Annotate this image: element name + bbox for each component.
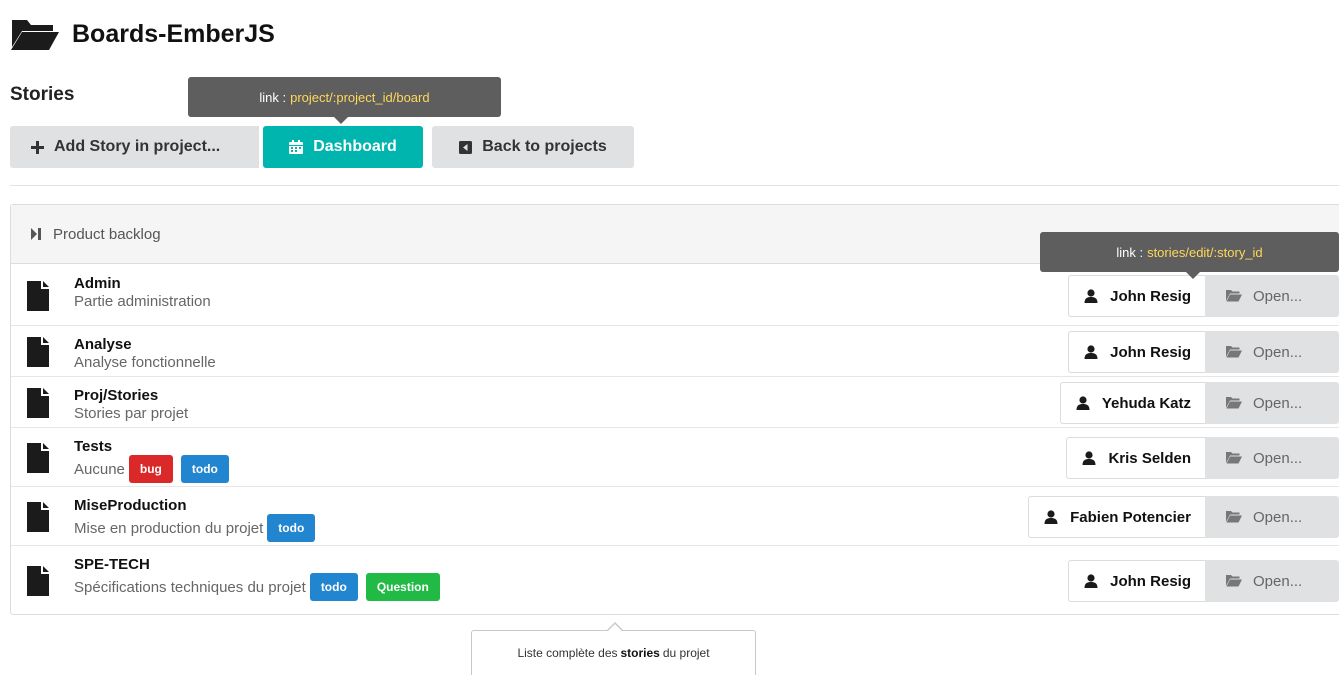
story-actions: John Resig Open...: [1068, 560, 1339, 602]
open-story-label: Open...: [1253, 343, 1303, 361]
folder-open-icon: [1226, 511, 1242, 523]
open-story-button[interactable]: Open...: [1205, 382, 1339, 424]
story-name: MiseProduction: [74, 497, 187, 514]
story-name: Proj/Stories: [74, 387, 159, 404]
story-label-question[interactable]: Question: [365, 573, 440, 601]
story-description: Partie administration: [74, 293, 211, 310]
open-story-button[interactable]: Open...: [1205, 560, 1339, 602]
story-description: Stories par projet: [74, 405, 189, 422]
story-actions: Yehuda Katz Open...: [1059, 382, 1339, 424]
story-row: MiseProduction Mise en production du proj…: [11, 487, 1339, 546]
story-label-todo[interactable]: todo: [180, 455, 229, 483]
story-list-tooltip: Liste complète des stories du projet: [471, 622, 756, 675]
open-story-label: Open...: [1253, 449, 1303, 467]
file-icon: [27, 388, 49, 418]
add-story-label: Add Story in project...: [54, 138, 221, 155]
section-title: Stories: [10, 84, 75, 105]
file-icon: [27, 502, 49, 532]
story-user-button[interactable]: John Resig: [1068, 275, 1205, 317]
story-description: Analyse fonctionnelle: [74, 354, 216, 371]
plus-icon: [31, 140, 44, 154]
story-row: Admin Partie administration John Resig Open…: [11, 265, 1339, 326]
story-actions: Kris Selden Open...: [1066, 437, 1339, 479]
file-icon: [27, 281, 49, 311]
story-description: Mise en production du projet: [74, 519, 264, 537]
toolbar: Add Story in project... Dashboard Back t…: [10, 126, 634, 168]
story-row: Proj/Stories Stories par projet Yehuda Kat…: [11, 377, 1339, 428]
user-icon: [1084, 574, 1098, 588]
page-title: Boards-EmberJS: [72, 19, 275, 48]
dashboard-label: Dashboard: [313, 138, 397, 155]
folder-open-icon: [1226, 397, 1242, 409]
story-user-name: Yehuda Katz: [1101, 394, 1191, 412]
open-story-label: Open...: [1253, 394, 1303, 412]
folder-open-icon: [11, 20, 59, 50]
tooltip-arrow: [334, 117, 348, 124]
story-label-todo[interactable]: todo: [267, 514, 316, 542]
user-icon: [1082, 451, 1096, 465]
step-forward-icon: [31, 228, 41, 240]
folder-open-icon: [1226, 452, 1242, 464]
open-story-label: Open...: [1253, 572, 1303, 590]
story-user-name: John Resig: [1110, 343, 1191, 361]
open-story-button[interactable]: Open...: [1205, 437, 1339, 479]
open-story-button[interactable]: Open...: [1205, 331, 1339, 373]
back-to-projects-label: Back to projects: [482, 138, 607, 155]
story-user-name: John Resig: [1110, 287, 1191, 305]
story-name: Admin: [74, 275, 121, 292]
story-user-button[interactable]: Yehuda Katz: [1059, 382, 1205, 424]
page-header: Boards-EmberJS: [10, 14, 275, 54]
story-description: Spécifications techniques du projet: [74, 578, 306, 596]
story-user-name: John Resig: [1110, 572, 1191, 590]
tooltip-link-path: project/:project_id/board: [290, 89, 430, 105]
open-story-button[interactable]: Open...: [1205, 275, 1339, 317]
story-actions: Fabien Potencier Open...: [1028, 496, 1339, 538]
folder-open-icon: [1226, 346, 1242, 358]
calendar-icon: [289, 140, 304, 154]
story-user-button[interactable]: John Resig: [1068, 331, 1205, 373]
add-story-button[interactable]: Add Story in project...: [10, 126, 259, 168]
story-user-button[interactable]: Kris Selden: [1066, 437, 1205, 479]
file-icon: [27, 443, 49, 473]
tooltip-arrow: [1186, 272, 1200, 279]
user-icon: [1084, 345, 1098, 359]
caret-square-left-icon: [459, 140, 473, 154]
tooltip-dashboard-link: link : project/:project_id/board: [188, 77, 501, 124]
story-label-todo[interactable]: todo: [309, 573, 358, 601]
open-story-label: Open...: [1253, 287, 1303, 305]
story-name: Analyse: [74, 336, 132, 353]
folder-open-icon: [1226, 290, 1242, 302]
story-actions: John Resig Open...: [1068, 275, 1339, 317]
story-row: Tests Aucune bug todo Kris Selden Open...: [11, 428, 1339, 487]
tooltip-edit-link: link : stories/edit/:story_id: [1040, 232, 1339, 279]
tooltip-prefix: link :: [259, 89, 287, 105]
file-icon: [27, 566, 49, 596]
open-story-button[interactable]: Open...: [1205, 496, 1339, 538]
back-to-projects-button[interactable]: Back to projects: [432, 126, 634, 168]
story-user-name: Fabien Potencier: [1070, 508, 1191, 526]
tooltip-link-path: stories/edit/:story_id: [1147, 244, 1263, 260]
user-icon: [1084, 289, 1098, 303]
story-name: SPE-TECH: [74, 556, 150, 573]
story-row: Analyse Analyse fonctionnelle John Resig Op…: [11, 326, 1339, 377]
tooltip-prefix: link :: [1116, 244, 1144, 260]
story-name: Tests: [74, 438, 113, 455]
story-actions: John Resig Open...: [1068, 331, 1339, 373]
story-row: SPE-TECH Spécifications techniques du pro…: [11, 546, 1339, 615]
divider: [10, 185, 1339, 186]
open-story-label: Open...: [1253, 508, 1303, 526]
folder-open-icon: [1226, 575, 1242, 587]
story-description: Aucune: [74, 460, 125, 478]
dashboard-button[interactable]: Dashboard: [263, 126, 423, 168]
file-icon: [27, 337, 49, 367]
user-icon: [1044, 510, 1058, 524]
panel-title: Product backlog: [53, 225, 161, 243]
story-label-bug[interactable]: bug: [128, 455, 173, 483]
story-user-name: Kris Selden: [1108, 449, 1191, 467]
story-user-button[interactable]: Fabien Potencier: [1028, 496, 1205, 538]
story-user-button[interactable]: John Resig: [1068, 560, 1205, 602]
user-icon: [1076, 396, 1090, 410]
